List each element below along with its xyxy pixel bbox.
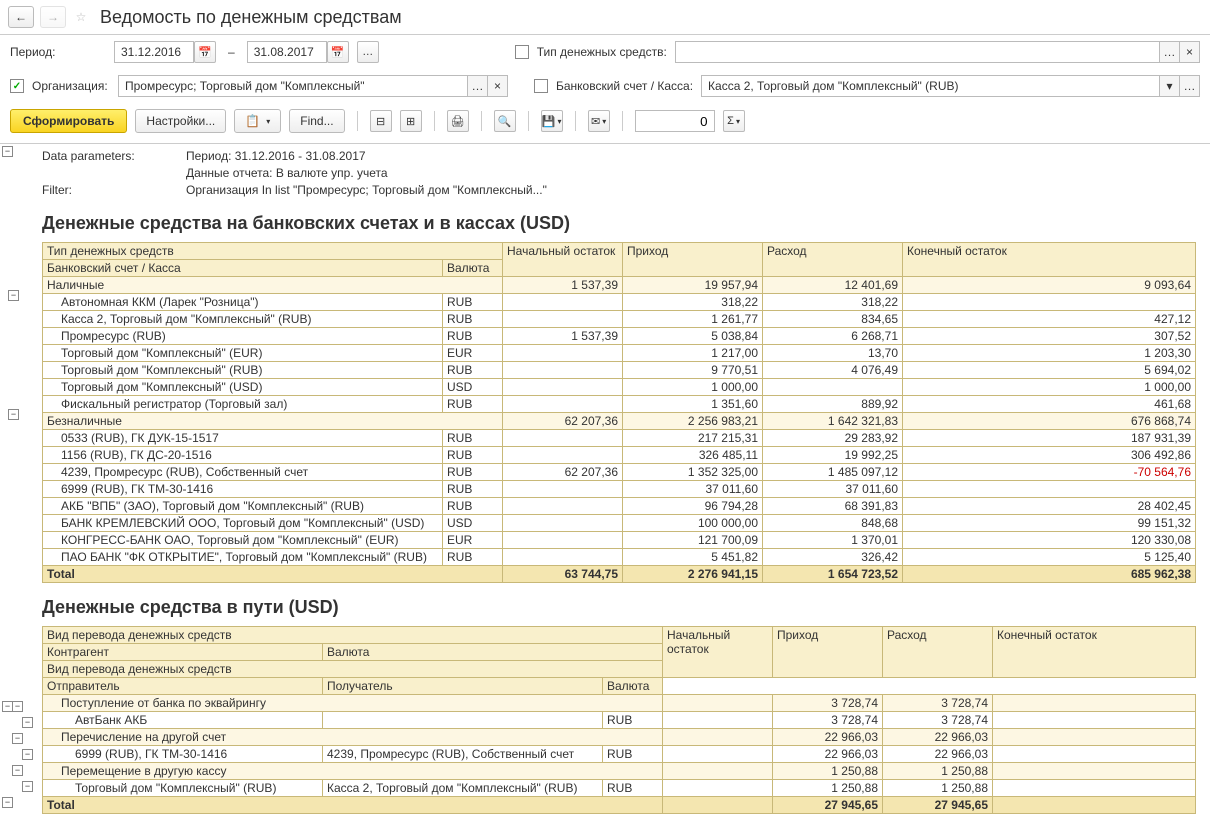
org-checkbox[interactable] [10,79,24,93]
collapse-all-icon[interactable]: ⊞ [400,110,422,132]
table-row[interactable]: АвтБанк АКБRUB3 728,743 728,74 [43,712,1196,729]
calendar-to-icon[interactable]: 📅 [327,41,349,63]
org-more-button[interactable]: … [468,75,488,97]
table-row[interactable]: 4239, Промресурс (RUB), Собственный счет… [43,464,1196,481]
account-dropdown-button[interactable]: ▾ [1160,75,1180,97]
collapse-s2-g1[interactable]: − [12,701,23,712]
period-select-button[interactable]: … [357,41,379,63]
save-settings-button[interactable]: 📋▾ [234,109,281,133]
collapse-s2-g2-r[interactable]: − [22,749,33,760]
org-label: Организация: [32,79,110,93]
table-row[interactable]: ПАО БАНК "ФК ОТКРЫТИЕ", Торговый дом "Ко… [43,549,1196,566]
s2-hdr-type: Вид перевода денежных средств [43,627,663,644]
section2-table: Вид перевода денежных средств Начальный … [42,626,1196,814]
collapse-root[interactable]: − [2,146,13,157]
nav-forward-button[interactable]: → [40,6,66,28]
generate-button[interactable]: Сформировать [10,109,127,133]
type-funds-label: Тип денежных средств: [537,45,667,59]
section1-title: Денежные средства на банковских счетах и… [42,213,1202,234]
report-data-text: Данные отчета: В валюте упр. учета [186,165,388,182]
favorite-star-icon[interactable]: ☆ [72,8,90,26]
expand-all-icon[interactable]: ⊟ [370,110,392,132]
hdr-start: Начальный остаток [503,243,623,277]
section2-title: Денежные средства в пути (USD) [42,597,1202,618]
hdr-income: Приход [623,243,763,277]
table-row[interactable]: 6999 (RUB), ГК ТМ-30-1416RUB37 011,6037 … [43,481,1196,498]
type-funds-input[interactable] [675,41,1160,63]
nav-back-button[interactable]: ← [8,6,34,28]
s2-hdr-start: Начальный остаток [663,627,773,678]
s2-hdr-end: Конечный остаток [993,627,1196,678]
table-group-row[interactable]: Поступление от банка по эквайрингу3 728,… [43,695,1196,712]
table-row[interactable]: Касса 2, Торговый дом "Комплексный" (RUB… [43,311,1196,328]
save-icon[interactable]: 💾▾ [541,110,563,132]
s1-total-label: Total [43,566,503,583]
collapse-s2-g3-r[interactable]: − [22,781,33,792]
account-checkbox[interactable] [534,79,548,93]
email-icon[interactable]: ✉▾ [588,110,610,132]
preview-icon[interactable]: 🔍 [494,110,516,132]
hdr-end: Конечный остаток [903,243,1196,277]
table-row[interactable]: 1156 (RUB), ГК ДС-20-1516RUB326 485,1119… [43,447,1196,464]
sigma-icon[interactable]: Σ▾ [723,110,745,132]
calendar-from-icon[interactable]: 📅 [194,41,216,63]
table-row[interactable]: Автономная ККМ (Ларек "Розница")RUB318,2… [43,294,1196,311]
collapse-total[interactable]: − [2,797,13,808]
data-parameters-label: Data parameters: [42,148,162,165]
hdr-currency: Валюта [443,260,503,277]
collapse-s2-g2[interactable]: − [12,733,23,744]
org-input[interactable]: Промресурс; Торговый дом "Комплексный" [118,75,468,97]
collapse-s2-g3[interactable]: − [12,765,23,776]
section1-table: Тип денежных средств Начальный остаток П… [42,242,1196,583]
date-from-input[interactable]: 31.12.2016 [114,41,194,63]
print-icon[interactable]: 🖨 [447,110,469,132]
hdr-type: Тип денежных средств [43,243,503,260]
org-clear-button[interactable]: × [488,75,508,97]
type-funds-checkbox[interactable] [515,45,529,59]
page-title: Ведомость по денежным средствам [100,7,402,28]
period-label: Период: [10,45,106,59]
s2-hdr-income: Приход [773,627,883,678]
table-group-row[interactable]: Безналичные62 207,362 256 983,211 642 32… [43,413,1196,430]
filter-label: Filter: [42,182,162,199]
table-row[interactable]: БАНК КРЕМЛЕВСКИЙ ООО, Торговый дом "Комп… [43,515,1196,532]
type-funds-clear-button[interactable]: × [1180,41,1200,63]
hdr-expense: Расход [763,243,903,277]
s2-total-label: Total [43,797,663,814]
table-row[interactable]: Фискальный регистратор (Торговый зал)RUB… [43,396,1196,413]
table-row[interactable]: Торговый дом "Комплексный" (RUB)RUB9 770… [43,362,1196,379]
table-group-row[interactable]: Перечисление на другой счет22 966,0322 9… [43,729,1196,746]
table-row[interactable]: КОНГРЕСС-БАНК ОАО, Торговый дом "Комплек… [43,532,1196,549]
table-group-row[interactable]: Перемещение в другую кассу1 250,881 250,… [43,763,1196,780]
level-input[interactable] [635,110,715,132]
table-row[interactable]: Торговый дом "Комплексный" (EUR)EUR1 217… [43,345,1196,362]
table-row[interactable]: Торговый дом "Комплексный" (RUB)Касса 2,… [43,780,1196,797]
table-row[interactable]: АКБ "ВПБ" (ЗАО), Торговый дом "Комплексн… [43,498,1196,515]
type-funds-more-button[interactable]: … [1160,41,1180,63]
collapse-group-cash[interactable]: − [8,290,19,301]
table-row[interactable]: 6999 (RUB), ГК ТМ-30-14164239, Промресур… [43,746,1196,763]
period-param-text: Период: 31.12.2016 - 31.08.2017 [186,148,366,165]
date-to-input[interactable]: 31.08.2017 [247,41,327,63]
account-input[interactable]: Касса 2, Торговый дом "Комплексный" (RUB… [701,75,1160,97]
collapse-group-noncash[interactable]: − [8,409,19,420]
collapse-s2-g1-r[interactable]: − [22,717,33,728]
find-button[interactable]: Find... [289,109,344,133]
table-row[interactable]: Торговый дом "Комплексный" (USD)USD1 000… [43,379,1196,396]
settings-button[interactable]: Настройки... [135,109,226,133]
account-label: Банковский счет / Касса: [556,79,693,93]
table-group-row[interactable]: Наличные1 537,3919 957,9412 401,699 093,… [43,277,1196,294]
s2-hdr-expense: Расход [883,627,993,678]
table-row[interactable]: Промресурс (RUB)RUB1 537,395 038,846 268… [43,328,1196,345]
table-row[interactable]: 0533 (RUB), ГК ДУК-15-1517RUB217 215,312… [43,430,1196,447]
filter-text: Организация In list "Промресурс; Торговы… [186,182,547,199]
hdr-account: Банковский счет / Касса [43,260,443,277]
account-more-button[interactable]: … [1180,75,1200,97]
period-dash: – [224,45,239,59]
